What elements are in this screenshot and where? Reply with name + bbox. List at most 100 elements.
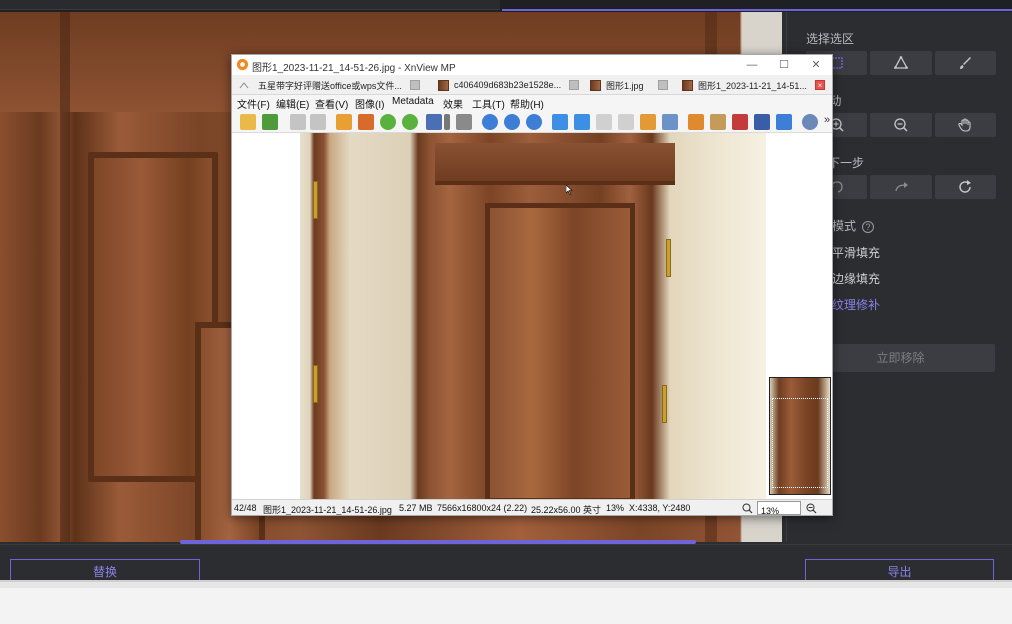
editor-top-accent: [502, 9, 1012, 11]
xnview-tab-bar: 五星带字好评赠送office或wps文件... c406409d683b23e1…: [232, 75, 832, 95]
redo-button[interactable]: [870, 175, 932, 199]
fullscreen-icon[interactable]: [640, 114, 656, 130]
tab-4-close-icon[interactable]: ×: [814, 80, 825, 90]
mode-label-text: 模式: [832, 219, 857, 233]
browser-tab-icon: [239, 81, 249, 88]
print-icon[interactable]: [732, 114, 748, 130]
slideshow-icon[interactable]: [456, 114, 472, 130]
refresh-icon: [959, 180, 972, 193]
xnview-window: 图形1_2023-11-21_14-51-26.jpg - XnView MP …: [231, 54, 833, 516]
photo-door-lintel: [435, 143, 675, 185]
undo-icon[interactable]: [290, 114, 306, 130]
settings-gear-icon[interactable]: [802, 114, 818, 130]
status-filename: 图形1_2023-11-21_14-51-26.jpg: [263, 505, 392, 515]
zoom-out-icon: [894, 118, 908, 132]
tab-3-close-icon[interactable]: [657, 80, 668, 90]
tab-4-active[interactable]: 图形1_2023-11-21_14-51... ×: [682, 75, 825, 95]
canvas-door-edge: [60, 12, 70, 542]
tab-1[interactable]: 五星带字好评赠送office或wps文件...: [238, 75, 420, 95]
status-print-size: 25.22x56.00 英寸: [531, 505, 602, 515]
zoom-spinbox[interactable]: 13%: [757, 501, 801, 515]
polygon-select-button[interactable]: [870, 51, 932, 75]
zoom-tools-row: [806, 113, 996, 137]
option-smooth-fill[interactable]: 平滑填充: [832, 244, 880, 261]
maximize-button[interactable]: ☐: [770, 57, 798, 73]
reset-button[interactable]: [934, 175, 996, 199]
tab-3-label: 图形1.jpg: [606, 80, 644, 91]
pan-hand-button[interactable]: [934, 113, 996, 137]
navigator-thumbnail[interactable]: [769, 377, 831, 495]
status-index: 42/48: [234, 503, 257, 513]
rotate-left-icon[interactable]: [380, 114, 396, 130]
adjust-icon[interactable]: [426, 114, 442, 130]
status-filesize: 5.27 MB: [399, 503, 433, 513]
zoom-in-icon[interactable]: [482, 114, 498, 130]
tab-3-thumbnail: [590, 79, 601, 91]
browse-icon[interactable]: [240, 114, 256, 130]
photo-hinge: [313, 181, 318, 219]
photo-hinge: [313, 365, 318, 403]
zoom-out-icon[interactable]: [526, 114, 542, 130]
remove-now-button[interactable]: 立即移除: [806, 344, 995, 372]
last-icon[interactable]: [618, 114, 634, 130]
editor-top-strip: [0, 0, 1012, 12]
xnview-statusbar: 42/48 图形1_2023-11-21_14-51-26.jpg 5.27 M…: [232, 499, 832, 515]
xnview-logo-icon: [236, 58, 249, 71]
tab-4-label: 图形1_2023-11-21_14-51...: [698, 80, 807, 91]
zoom-out-button[interactable]: [870, 113, 932, 137]
crop-icon[interactable]: [336, 114, 352, 130]
capture-icon[interactable]: [776, 114, 792, 130]
status-coordinates: X:4338, Y:2480: [629, 503, 691, 513]
polygon-select-icon: [893, 55, 909, 69]
brush-select-button[interactable]: [934, 51, 996, 75]
option-edge-fill[interactable]: 边缘填充: [832, 270, 880, 287]
tab-3[interactable]: 图形1.jpg: [590, 75, 668, 95]
save-icon[interactable]: [262, 114, 278, 130]
redo-icon: [895, 182, 908, 192]
next-icon[interactable]: [574, 114, 590, 130]
scan-icon[interactable]: [754, 114, 770, 130]
photo-hinge: [662, 385, 667, 423]
menu-help[interactable]: 帮助(H): [510, 96, 544, 111]
info-icon[interactable]: [662, 114, 678, 130]
first-icon[interactable]: [596, 114, 612, 130]
hand-icon: [958, 118, 971, 132]
previous-icon[interactable]: [552, 114, 568, 130]
option-texture-repair[interactable]: 纹理修补: [832, 296, 880, 313]
close-button[interactable]: ✕: [802, 57, 830, 73]
menu-metadata[interactable]: Metadata: [392, 96, 434, 107]
rotate-right-icon[interactable]: [402, 114, 418, 130]
redo-icon[interactable]: [310, 114, 326, 130]
taskbar-edge: [0, 582, 1012, 588]
window-title: 图形1_2023-11-21_14-51-26.jpg - XnView MP: [252, 63, 456, 74]
tab-2-label: c406409d683b23e1528e...: [454, 80, 562, 90]
toolbar-overflow-icon[interactable]: »: [824, 114, 830, 126]
zoom-small-icon[interactable]: [742, 503, 753, 514]
resize-icon[interactable]: [358, 114, 374, 130]
tab-1-close-icon[interactable]: [409, 80, 420, 90]
menu-image[interactable]: 图像(I): [355, 96, 384, 111]
image-viewer[interactable]: [232, 133, 832, 499]
zoom-fit-icon[interactable]: [504, 114, 520, 130]
history-tools-row: [806, 175, 996, 199]
navigator-viewport[interactable]: [772, 398, 828, 488]
tab-2[interactable]: c406409d683b23e1528e...: [438, 75, 580, 95]
help-icon[interactable]: ?: [862, 220, 875, 233]
adjust-dropdown-icon[interactable]: [444, 114, 450, 130]
wallpaper-icon[interactable]: [688, 114, 704, 130]
minimize-button[interactable]: —: [738, 57, 766, 73]
menu-file[interactable]: 文件(F): [237, 96, 270, 111]
xnview-toolbar: »: [232, 111, 832, 133]
tab-2-close-icon[interactable]: [569, 80, 580, 90]
door-photo: [300, 133, 766, 499]
menu-view[interactable]: 查看(V): [315, 96, 348, 111]
status-zoom: 13%: [606, 503, 625, 513]
xnview-menubar: 文件(F) 编辑(E) 查看(V) 图像(I) Metadata 效果 工具(T…: [232, 95, 832, 111]
menu-tools[interactable]: 工具(T): [472, 96, 505, 111]
menu-effects[interactable]: 效果: [443, 96, 463, 111]
xnview-titlebar[interactable]: 图形1_2023-11-21_14-51-26.jpg - XnView MP …: [232, 55, 832, 75]
menu-edit[interactable]: 编辑(E): [276, 96, 309, 111]
section-select-label: 选择选区: [806, 32, 855, 46]
zoom-out-small-icon[interactable]: [806, 503, 817, 514]
edit-icon[interactable]: [710, 114, 726, 130]
